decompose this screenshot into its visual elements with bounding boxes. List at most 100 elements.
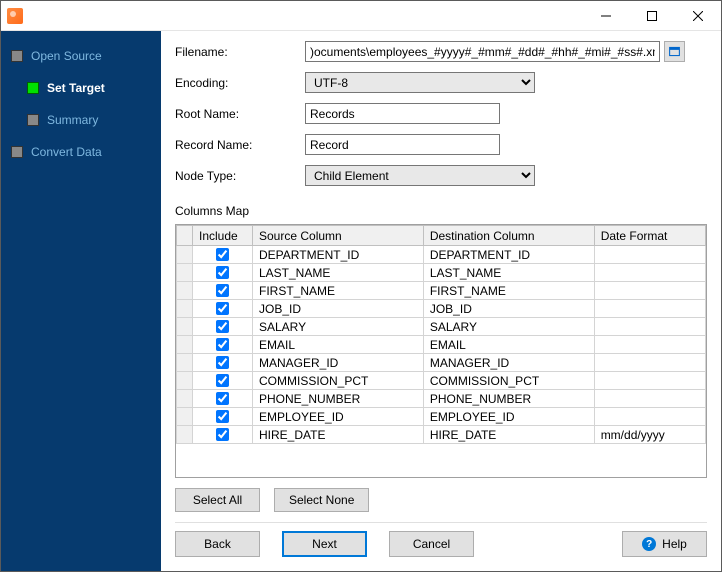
include-checkbox[interactable] [216,392,229,405]
date-format-cell[interactable] [594,408,705,426]
next-button[interactable]: Next [282,531,367,557]
destination-column-cell[interactable]: EMAIL [423,336,594,354]
destination-column-cell[interactable]: LAST_NAME [423,264,594,282]
table-header-row: Include Source Column Destination Column… [177,226,706,246]
date-format-cell[interactable]: mm/dd/yyyy [594,426,705,444]
source-column-cell[interactable]: EMAIL [253,336,424,354]
include-checkbox[interactable] [216,338,229,351]
source-column-cell[interactable]: JOB_ID [253,300,424,318]
table-row[interactable]: COMMISSION_PCTCOMMISSION_PCT [177,372,706,390]
table-row[interactable]: EMAILEMAIL [177,336,706,354]
row-selector[interactable] [177,408,193,426]
browse-button[interactable] [664,41,685,62]
row-selector[interactable] [177,246,193,264]
date-format-cell[interactable] [594,336,705,354]
table-row[interactable]: MANAGER_IDMANAGER_ID [177,354,706,372]
destination-column-cell[interactable]: SALARY [423,318,594,336]
row-selector[interactable] [177,318,193,336]
source-column-cell[interactable]: MANAGER_ID [253,354,424,372]
table-header-dateformat[interactable]: Date Format [594,226,705,246]
date-format-cell[interactable] [594,390,705,408]
help-button[interactable]: ? Help [622,531,707,557]
table-row[interactable]: PHONE_NUMBERPHONE_NUMBER [177,390,706,408]
cancel-button[interactable]: Cancel [389,531,474,557]
destination-column-cell[interactable]: COMMISSION_PCT [423,372,594,390]
include-checkbox[interactable] [216,302,229,315]
date-format-cell[interactable] [594,354,705,372]
table-row[interactable]: JOB_IDJOB_ID [177,300,706,318]
rootname-input[interactable] [305,103,500,124]
encoding-select[interactable]: UTF-8 [305,72,535,93]
date-format-cell[interactable] [594,264,705,282]
include-checkbox[interactable] [216,284,229,297]
include-checkbox[interactable] [216,410,229,423]
row-selector[interactable] [177,336,193,354]
destination-column-cell[interactable]: HIRE_DATE [423,426,594,444]
destination-column-cell[interactable]: MANAGER_ID [423,354,594,372]
source-column-cell[interactable]: COMMISSION_PCT [253,372,424,390]
table-header-include[interactable]: Include [193,226,253,246]
select-all-button[interactable]: Select All [175,488,260,512]
destination-column-cell[interactable]: PHONE_NUMBER [423,390,594,408]
back-button[interactable]: Back [175,531,260,557]
table-header-dest[interactable]: Destination Column [423,226,594,246]
table-row[interactable]: EMPLOYEE_IDEMPLOYEE_ID [177,408,706,426]
recordname-row: Record Name: [175,134,707,155]
source-column-cell[interactable]: LAST_NAME [253,264,424,282]
nodetype-select[interactable]: Child Element [305,165,535,186]
sidebar-item-set-target[interactable]: Set Target [23,75,155,101]
row-selector[interactable] [177,282,193,300]
source-column-cell[interactable]: FIRST_NAME [253,282,424,300]
date-format-cell[interactable] [594,282,705,300]
destination-column-cell[interactable]: DEPARTMENT_ID [423,246,594,264]
select-none-button[interactable]: Select None [274,488,369,512]
include-checkbox[interactable] [216,266,229,279]
date-format-cell[interactable] [594,300,705,318]
maximize-button[interactable] [629,1,675,31]
source-column-cell[interactable]: HIRE_DATE [253,426,424,444]
destination-column-cell[interactable]: EMPLOYEE_ID [423,408,594,426]
row-selector[interactable] [177,354,193,372]
source-column-cell[interactable]: SALARY [253,318,424,336]
filename-input[interactable] [305,41,660,62]
include-checkbox[interactable] [216,428,229,441]
sidebar-item-summary[interactable]: Summary [23,107,155,133]
minimize-button[interactable] [583,1,629,31]
date-format-cell[interactable] [594,246,705,264]
source-column-cell[interactable]: DEPARTMENT_ID [253,246,424,264]
row-selector[interactable] [177,300,193,318]
app-icon [7,8,23,24]
include-checkbox[interactable] [216,374,229,387]
close-button[interactable] [675,1,721,31]
sidebar-item-convert-data[interactable]: Convert Data [7,139,155,165]
date-format-cell[interactable] [594,318,705,336]
include-cell [193,300,253,318]
table-header-source[interactable]: Source Column [253,226,424,246]
destination-column-cell[interactable]: FIRST_NAME [423,282,594,300]
recordname-input[interactable] [305,134,500,155]
table-row[interactable]: DEPARTMENT_IDDEPARTMENT_ID [177,246,706,264]
body: Open Source Set Target Summary Convert D… [1,31,721,571]
row-selector[interactable] [177,390,193,408]
include-checkbox[interactable] [216,248,229,261]
row-selector[interactable] [177,264,193,282]
row-selector[interactable] [177,372,193,390]
sidebar-item-open-source[interactable]: Open Source [7,43,155,69]
include-checkbox[interactable] [216,320,229,333]
sidebar-item-label: Summary [47,113,98,127]
table-row[interactable]: SALARYSALARY [177,318,706,336]
app-window: Open Source Set Target Summary Convert D… [0,0,722,572]
source-column-cell[interactable]: PHONE_NUMBER [253,390,424,408]
row-selector[interactable] [177,426,193,444]
nodetype-label: Node Type: [175,169,305,183]
include-checkbox[interactable] [216,356,229,369]
step-box-icon [11,50,23,62]
table-row[interactable]: LAST_NAMELAST_NAME [177,264,706,282]
table-row[interactable]: HIRE_DATEHIRE_DATEmm/dd/yyyy [177,426,706,444]
date-format-cell[interactable] [594,372,705,390]
source-column-cell[interactable]: EMPLOYEE_ID [253,408,424,426]
include-cell [193,354,253,372]
table-row[interactable]: FIRST_NAMEFIRST_NAME [177,282,706,300]
step-box-icon [27,82,39,94]
destination-column-cell[interactable]: JOB_ID [423,300,594,318]
